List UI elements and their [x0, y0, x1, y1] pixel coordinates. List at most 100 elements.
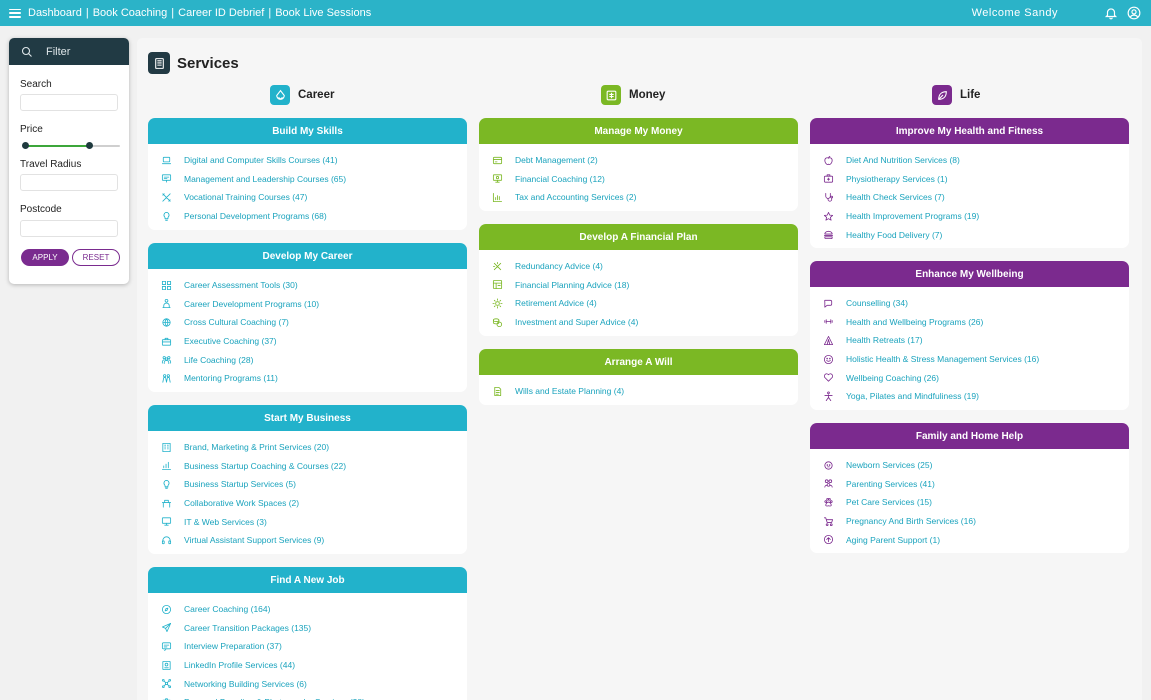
- service-link[interactable]: Diet And Nutrition Services (8): [810, 151, 1129, 170]
- service-link[interactable]: Business Startup Services (5): [148, 475, 467, 494]
- service-link[interactable]: Physiotherapy Services (1): [810, 170, 1129, 189]
- service-link[interactable]: IT & Web Services (3): [148, 512, 467, 531]
- service-link[interactable]: Cross Cultural Coaching (7): [148, 313, 467, 332]
- service-link[interactable]: Health and Wellbeing Programs (26): [810, 313, 1129, 332]
- card-header[interactable]: Develop A Financial Plan: [479, 224, 798, 250]
- service-link[interactable]: Aging Parent Support (1): [810, 530, 1129, 549]
- column-header-money: Money: [601, 85, 665, 105]
- services-panel: Services Career Money Life Build My Skil…: [137, 38, 1142, 700]
- service-list: Wills and Estate Planning (4): [479, 375, 798, 401]
- apply-button[interactable]: APPLY: [21, 249, 69, 266]
- service-link[interactable]: Career Development Programs (10): [148, 295, 467, 314]
- service-link[interactable]: Career Coaching (164): [148, 600, 467, 619]
- service-label: Health and Wellbeing Programs (26): [846, 316, 984, 327]
- card-family-home-help: Family and Home Help Newborn Services (25…: [810, 423, 1129, 553]
- service-link[interactable]: Interview Preparation (37): [148, 637, 467, 656]
- service-link[interactable]: Brand, Marketing & Print Services (20): [148, 438, 467, 457]
- service-link[interactable]: Parenting Services (41): [810, 475, 1129, 494]
- card-header[interactable]: Improve My Health and Fitness: [810, 118, 1129, 144]
- search-label: Search: [20, 79, 52, 90]
- laptop-icon: [161, 156, 172, 164]
- service-link[interactable]: Networking Building Services (6): [148, 674, 467, 693]
- filter-title: Filter: [46, 45, 71, 58]
- card-header[interactable]: Arrange A Will: [479, 349, 798, 375]
- service-link[interactable]: Retirement Advice (4): [479, 294, 798, 313]
- hands-icon: [823, 535, 834, 545]
- column-title-life: Life: [960, 89, 981, 101]
- service-link[interactable]: Executive Coaching (37): [148, 332, 467, 351]
- service-link[interactable]: Wills and Estate Planning (4): [479, 382, 798, 401]
- bell-icon[interactable]: [1104, 6, 1118, 20]
- postcode-input[interactable]: [20, 220, 118, 237]
- service-link[interactable]: Pregnancy And Birth Services (16): [810, 512, 1129, 531]
- service-link[interactable]: Redundancy Advice (4): [479, 257, 798, 276]
- service-link[interactable]: Holistic Health & Stress Management Serv…: [810, 350, 1129, 369]
- service-label: Debt Management (2): [515, 155, 598, 166]
- service-label: Tax and Accounting Services (2): [515, 192, 637, 203]
- service-link[interactable]: Mentoring Programs (11): [148, 369, 467, 388]
- service-link[interactable]: Tax and Accounting Services (2): [479, 188, 798, 207]
- service-link[interactable]: Personal Development Programs (68): [148, 207, 467, 226]
- service-link[interactable]: Healthy Food Delivery (7): [810, 225, 1129, 244]
- card-header[interactable]: Develop My Career: [148, 243, 467, 269]
- service-label: Career Transition Packages (135): [184, 622, 312, 633]
- service-link[interactable]: Virtual Assistant Support Services (9): [148, 531, 467, 550]
- search-icon: [21, 46, 32, 57]
- service-link[interactable]: Counselling (34): [810, 294, 1129, 313]
- service-label: Parenting Services (41): [846, 478, 935, 489]
- service-link[interactable]: Wellbeing Coaching (26): [810, 368, 1129, 387]
- service-label: Healthy Food Delivery (7): [846, 229, 943, 240]
- star-icon: [823, 211, 834, 221]
- service-link[interactable]: Newborn Services (25): [810, 456, 1129, 475]
- service-label: Career Coaching (164): [184, 604, 271, 615]
- service-link[interactable]: Business Startup Coaching & Courses (22): [148, 457, 467, 476]
- reset-button[interactable]: RESET: [72, 249, 120, 266]
- service-link[interactable]: Health Check Services (7): [810, 188, 1129, 207]
- desk-icon: [161, 499, 172, 508]
- user-icon[interactable]: [1127, 6, 1141, 20]
- service-label: Aging Parent Support (1): [846, 534, 941, 545]
- service-link[interactable]: Career Transition Packages (135): [148, 619, 467, 638]
- service-label: Digital and Computer Skills Courses (41): [184, 155, 338, 166]
- service-link[interactable]: Health Improvement Programs (19): [810, 207, 1129, 226]
- price-max-handle[interactable]: [85, 142, 93, 149]
- nav-career-id-debrief[interactable]: Career ID Debrief: [178, 7, 264, 19]
- service-link[interactable]: Life Coaching (28): [148, 350, 467, 369]
- price-min-handle[interactable]: [22, 142, 29, 149]
- medkit-icon: [823, 174, 834, 183]
- service-link[interactable]: Health Retreats (17): [810, 331, 1129, 350]
- travel-radius-input[interactable]: [20, 174, 118, 191]
- price-slider[interactable]: [22, 142, 120, 150]
- service-label: Career Development Programs (10): [184, 298, 320, 309]
- nav-book-live-sessions[interactable]: Book Live Sessions: [275, 7, 371, 19]
- nav-book-coaching[interactable]: Book Coaching: [93, 7, 168, 19]
- service-link[interactable]: Financial Coaching (12): [479, 170, 798, 189]
- search-input[interactable]: [20, 94, 118, 111]
- nav-dashboard[interactable]: Dashboard: [28, 7, 82, 19]
- service-link[interactable]: Financial Planning Advice (18): [479, 276, 798, 295]
- service-link[interactable]: Vocational Training Courses (47): [148, 188, 467, 207]
- card-header[interactable]: Enhance My Wellbeing: [810, 261, 1129, 287]
- service-link[interactable]: Collaborative Work Spaces (2): [148, 494, 467, 513]
- service-link[interactable]: Yoga, Pilates and Mindfuliness (19): [810, 387, 1129, 406]
- card-header[interactable]: Start My Business: [148, 405, 467, 431]
- hamburger-menu-icon[interactable]: [9, 8, 21, 18]
- service-link[interactable]: Investment and Super Advice (4): [479, 313, 798, 332]
- filter-header: Filter: [9, 38, 129, 65]
- service-label: Life Coaching (28): [184, 354, 254, 365]
- service-link[interactable]: LinkedIn Profile Services (44): [148, 656, 467, 675]
- burger-icon: [823, 231, 834, 240]
- service-label: Retirement Advice (4): [515, 298, 597, 309]
- service-link[interactable]: Digital and Computer Skills Courses (41): [148, 151, 467, 170]
- card-header[interactable]: Manage My Money: [479, 118, 798, 144]
- document-icon: [494, 386, 502, 396]
- card-header[interactable]: Family and Home Help: [810, 423, 1129, 449]
- service-list: Redundancy Advice (4) Financial Planning …: [479, 250, 798, 331]
- service-link[interactable]: Debt Management (2): [479, 151, 798, 170]
- service-link[interactable]: Career Assessment Tools (30): [148, 276, 467, 295]
- service-link[interactable]: Pet Care Services (15): [810, 493, 1129, 512]
- service-link[interactable]: Management and Leadership Courses (65): [148, 170, 467, 189]
- service-link[interactable]: Personal Branding & Photography Services…: [148, 693, 467, 700]
- card-header[interactable]: Build My Skills: [148, 118, 467, 144]
- card-header[interactable]: Find A New Job: [148, 567, 467, 593]
